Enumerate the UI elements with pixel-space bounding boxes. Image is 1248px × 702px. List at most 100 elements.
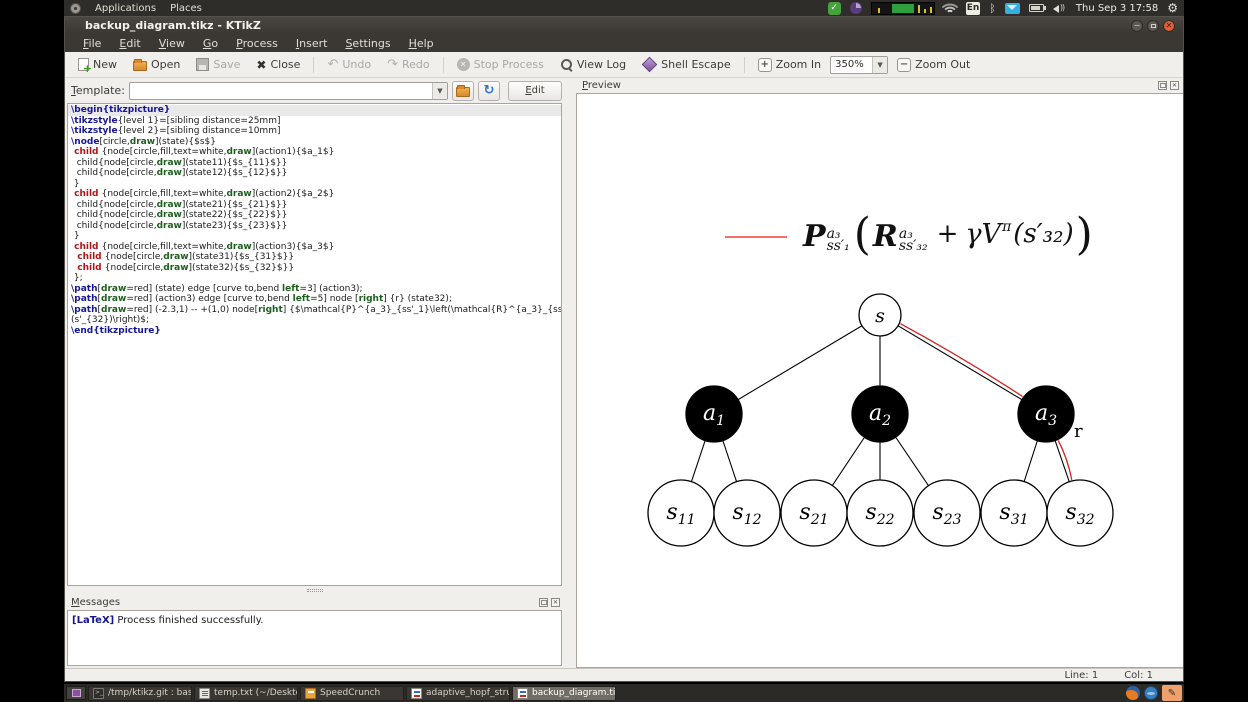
browser-icon[interactable]	[1144, 686, 1158, 700]
chevron-down-icon[interactable]: ▼	[872, 56, 888, 73]
code-line[interactable]: };	[71, 273, 561, 284]
toolbar: New Open Save ✖Close ↶Undo ↷ Redo ✕Stop Process…	[65, 52, 1183, 78]
view-log-button[interactable]: View Log	[553, 56, 633, 73]
show-desktop-button[interactable]	[66, 686, 86, 700]
shell-escape-button[interactable]: Shell Escape	[635, 56, 738, 73]
code-line[interactable]: \path[draw=red] (action3) edge [curve to…	[71, 294, 561, 305]
bluetooth-icon[interactable]: ᛒ	[989, 2, 996, 15]
messages-title: Messages	[71, 597, 121, 608]
code-line[interactable]: child{node[circle,draw](state23){$s_{23}…	[71, 221, 561, 232]
clock[interactable]: Thu Sep 3 17:58	[1076, 3, 1158, 14]
mail-icon[interactable]	[1004, 2, 1020, 14]
menu-edit[interactable]: Edit	[111, 36, 148, 51]
zoom-level-combobox[interactable]: 350% ▼	[830, 55, 889, 74]
code-line[interactable]: child{node[circle,draw](state12){$s_{12}…	[71, 168, 561, 179]
preview-canvas[interactable]: P a₃ ss′₁ ( R a₃ ss′₃₂ + γV π (s′₃₂) ) s a1…	[576, 93, 1183, 668]
zoom-in-button[interactable]: + Zoom In	[751, 56, 828, 74]
chevron-down-icon[interactable]: ▼	[432, 82, 447, 99]
toolbar-button-label: Shell Escape	[661, 58, 731, 71]
battery-icon[interactable]	[1028, 4, 1046, 12]
updates-icon[interactable]: ✓	[827, 1, 841, 15]
menu-view[interactable]: View	[151, 36, 193, 51]
zoomin-icon: +	[757, 57, 772, 72]
system-tray: ✓ En ᛒ Thu Sep 3 17:58 ⚙	[827, 0, 1184, 16]
template-row: Template: ▼ ↻ Edit	[65, 78, 564, 103]
code-line[interactable]: child {node[circle,fill,text=white,draw]…	[71, 242, 561, 253]
horizontal-splitter[interactable]	[65, 586, 564, 595]
taskbar-item[interactable]: SpeedCrunch	[300, 685, 404, 701]
backup-diagram: sa1 a2 a3s11 s12 s21 s22 s23 s31 s32r	[647, 293, 1114, 547]
code-line[interactable]: \tikzstyle{level 2}=[sibling distance=10…	[71, 126, 561, 137]
code-line[interactable]: child {node[circle,fill,text=white,draw]…	[71, 147, 561, 158]
volume-icon[interactable]	[1052, 3, 1067, 14]
maximize-button[interactable]	[1147, 19, 1159, 32]
toolbar-button-label: Open	[151, 58, 181, 71]
code-line[interactable]: child {node[circle,draw](state31){$s_{31…	[71, 252, 561, 263]
keyboard-layout-indicator[interactable]: En	[965, 1, 981, 15]
time-tracker-icon[interactable]	[849, 2, 862, 14]
firefox-icon[interactable]	[1126, 686, 1140, 700]
float-dock-icon[interactable]	[1158, 81, 1167, 90]
code-line[interactable]: }	[71, 179, 561, 190]
template-combobox[interactable]: ▼	[128, 81, 448, 100]
menu-file[interactable]: File	[75, 36, 109, 51]
code-line[interactable]: \tikzstyle{level 1}=[sibling distance=25…	[71, 116, 561, 127]
toolbar-button-label: View Log	[576, 58, 627, 71]
code-line[interactable]: \begin{tikzpicture}	[68, 105, 561, 116]
active-app-icon[interactable]: ✎	[1162, 685, 1182, 701]
close-dock-icon[interactable]: ✕	[1170, 81, 1179, 90]
session-gear-icon[interactable]: ⚙	[1167, 1, 1178, 15]
code-line[interactable]: \node[circle,draw](state){$s$}	[71, 137, 561, 148]
panel-menu-applications[interactable]: Applications	[95, 3, 156, 14]
code-line[interactable]: child {node[circle,draw](state32){$s_{32…	[71, 263, 561, 274]
float-dock-icon[interactable]	[539, 598, 548, 607]
close-button[interactable]: ✕	[1163, 19, 1175, 32]
template-label: Template:	[71, 84, 125, 97]
code-line[interactable]: child{node[circle,draw](state21){$s_{21}…	[71, 200, 561, 211]
open-icon	[133, 59, 147, 71]
code-line[interactable]: }	[71, 231, 561, 242]
code-line[interactable]: \path[draw=red] (state) edge [curve to,b…	[71, 284, 561, 295]
template-edit-button[interactable]: Edit	[508, 80, 562, 101]
code-line[interactable]: child {node[circle,fill,text=white,draw]…	[71, 189, 561, 200]
open-button[interactable]: Open	[126, 56, 187, 73]
code-line[interactable]: child{node[circle,draw](state11){$s_{11}…	[71, 158, 561, 169]
menu-insert[interactable]: Insert	[288, 36, 336, 51]
taskbar-item[interactable]: backup_diagram.tikz ...	[512, 685, 616, 701]
code-line[interactable]: \path[draw=red] (-2.3,1) -- +(1,0) node[…	[71, 305, 561, 316]
zoom-out-button[interactable]: − Zoom Out	[890, 56, 977, 74]
taskbar-item[interactable]: temp.txt (~/Desktop...	[194, 685, 298, 701]
new-button[interactable]: New	[71, 56, 124, 75]
template-reload-button[interactable]: ↻	[478, 80, 500, 101]
toolbar-button-label: Close	[270, 58, 301, 71]
zoomout-icon: −	[897, 57, 912, 72]
close-button[interactable]: ✖ Close	[249, 56, 307, 74]
menu-process[interactable]: Process	[228, 36, 286, 51]
code-line[interactable]: (s'_{32})\right)$;	[71, 315, 561, 326]
ktikz-icon	[517, 687, 528, 699]
undo-button: ↶ Undo	[320, 56, 378, 74]
minimize-button[interactable]: −	[1131, 19, 1143, 32]
system-monitor-applet[interactable]	[870, 1, 935, 15]
template-open-button[interactable]	[452, 80, 474, 101]
close-dock-icon[interactable]: ✕	[551, 598, 560, 607]
messages-dock-header: Messages ✕	[65, 595, 564, 610]
titlebar[interactable]: backup_diagram.tikz - KTikZ − ✕	[65, 17, 1183, 34]
menu-go[interactable]: Go	[195, 36, 226, 51]
window-buttons: − ✕	[1131, 19, 1183, 32]
menu-settings[interactable]: Settings	[337, 36, 398, 51]
messages-output[interactable]: [LaTeX] Process finished successfully.	[67, 610, 562, 666]
menu-help[interactable]: Help	[401, 36, 442, 51]
wifi-icon[interactable]	[941, 0, 959, 16]
toolbar-button-label: Redo	[402, 58, 430, 71]
save-button: Save	[189, 56, 247, 73]
taskbar-item[interactable]: /tmp/ktikz.git : bash ...	[88, 685, 192, 701]
taskbar-item[interactable]: adaptive_hopf_struc...	[406, 685, 510, 701]
refresh-icon: ↻	[483, 83, 495, 98]
code-editor[interactable]: \begin{tikzpicture} \tikzstyle{level 1}=[…	[67, 103, 562, 586]
code-line[interactable]: \end{tikzpicture}	[71, 326, 561, 337]
distro-icon[interactable]	[70, 2, 81, 14]
vertical-splitter[interactable]	[564, 78, 576, 668]
panel-menu-places[interactable]: Places	[170, 3, 202, 14]
code-line[interactable]: child{node[circle,draw](state22){$s_{22}…	[71, 210, 561, 221]
